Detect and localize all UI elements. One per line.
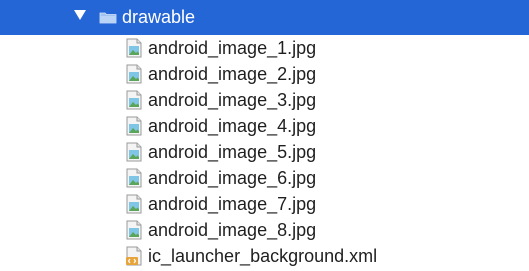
file-name: android_image_4.jpg [148,116,317,136]
image-file-icon [126,64,142,84]
image-file-icon [126,116,142,136]
image-file-icon [126,38,142,58]
image-file-icon [126,168,142,188]
file-name: android_image_1.jpg [148,38,317,58]
tree-row-file[interactable]: android_image_3.jpg [0,87,529,113]
tree-row-file[interactable]: android_image_4.jpg [0,113,529,139]
tree-row-file[interactable]: android_image_5.jpg [0,139,529,165]
tree-row-file[interactable]: ic_launcher_background.xml [0,243,529,269]
folder-name: drawable [122,7,196,27]
tree-row-file[interactable]: android_image_2.jpg [0,61,529,87]
image-file-icon [126,90,142,110]
file-name: android_image_6.jpg [148,168,317,188]
xml-file-icon [126,246,142,266]
file-name: android_image_7.jpg [148,194,317,214]
tree-row-file[interactable]: android_image_1.jpg [0,35,529,61]
file-name: android_image_8.jpg [148,220,317,240]
image-file-icon [126,220,142,240]
project-tree: drawable android_image_1.jpg android_ima… [0,0,529,271]
image-file-icon [126,142,142,162]
file-name: android_image_2.jpg [148,64,317,84]
tree-row-file[interactable]: android_image_7.jpg [0,191,529,217]
tree-row-file[interactable]: android_image_6.jpg [0,165,529,191]
triangle-down-icon[interactable] [74,10,86,20]
tree-row-drawable-folder[interactable]: drawable [0,0,529,35]
image-file-icon [126,194,142,214]
file-name: android_image_5.jpg [148,142,317,162]
file-name: android_image_3.jpg [148,90,317,110]
folder-icon [99,12,117,24]
file-name: ic_launcher_background.xml [148,246,378,266]
tree-row-file[interactable]: android_image_8.jpg [0,217,529,243]
